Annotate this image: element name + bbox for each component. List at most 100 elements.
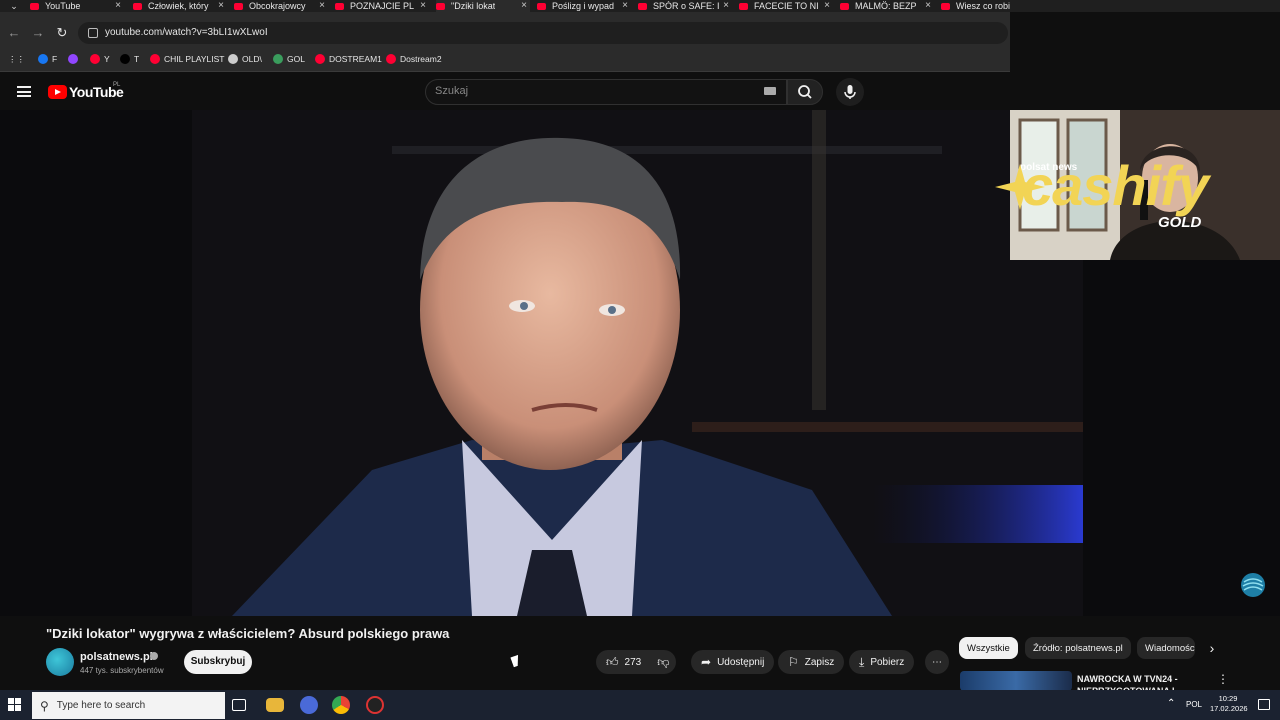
tab-title: POZNAJCIE PL: [350, 1, 415, 11]
tab-search-dropdown-icon[interactable]: ⌄: [6, 1, 22, 11]
close-tab-icon[interactable]: ×: [215, 0, 227, 12]
bookmark-item[interactable]: Y: [90, 53, 110, 65]
search-input[interactable]: [435, 82, 735, 100]
input-language[interactable]: POL: [1186, 700, 1202, 709]
bookmark-item[interactable]: F: [38, 53, 57, 65]
url-text[interactable]: youtube.com/watch?v=3bLI1wXLwoI: [105, 27, 268, 39]
bookmark-favicon-icon: [386, 54, 396, 64]
video-frame[interactable]: [192, 110, 1083, 616]
close-tab-icon[interactable]: ×: [922, 0, 934, 12]
recommendation-title[interactable]: NAWROCKA W TVN24 - NIEPRZYGOTOWANA I: [1077, 673, 1197, 690]
youtube-favicon-icon: [234, 2, 243, 10]
browser-tab[interactable]: SPÓR o SAFE: I ×: [638, 0, 732, 12]
chrome-icon[interactable]: [332, 696, 350, 714]
bookmark-label: Y: [104, 54, 110, 64]
browser-tab[interactable]: MALMÖ: BEZP ×: [840, 0, 934, 12]
bookmark-item[interactable]: CHIL PLAYLIST: [150, 53, 224, 65]
youtube-favicon-icon: [133, 2, 142, 10]
chip-source[interactable]: Źródło: polsatnews.pl: [1025, 637, 1131, 659]
tray-chevron-up-icon[interactable]: ⌃: [1167, 698, 1175, 709]
bookmark-label: DOSTREAM1: [329, 54, 382, 64]
taskbar-search[interactable]: ⚲ Type here to search: [32, 692, 225, 719]
bookmark-label: F: [52, 54, 58, 64]
more-actions-button[interactable]: ⋯: [925, 650, 949, 674]
bookmark-item[interactable]: GOL: [273, 53, 305, 65]
menu-icon[interactable]: [17, 86, 31, 97]
apps-icon[interactable]: ⋮⋮: [8, 53, 25, 65]
close-tab-icon[interactable]: ×: [417, 0, 429, 12]
like-dislike-group: 👍︎ 273 👎︎: [596, 650, 676, 674]
bookmark-label: GOL: [287, 54, 305, 64]
subscriber-count: 447 tys. subskrybentów: [80, 666, 164, 675]
region-code: PL: [113, 82, 121, 88]
tab-title: "Dziki lokat: [451, 1, 496, 11]
channel-name[interactable]: polsatnews.pl: [80, 651, 153, 663]
forward-icon[interactable]: →: [30, 25, 46, 41]
bookmark-favicon-icon: [273, 54, 283, 64]
close-tab-icon[interactable]: ×: [316, 0, 328, 12]
bookmark-favicon-icon: [150, 54, 160, 64]
download-button[interactable]: ⤓ Pobierz: [849, 650, 915, 674]
windows-start-icon[interactable]: [8, 698, 22, 712]
site-info-icon[interactable]: [88, 28, 98, 38]
reload-icon[interactable]: ↻: [54, 25, 70, 41]
bookmark-favicon-icon: [120, 54, 130, 64]
channel-watermark-icon[interactable]: [1240, 572, 1266, 598]
share-button[interactable]: ➦ Udostępnij: [691, 650, 775, 674]
obs-icon[interactable]: [366, 696, 384, 714]
bookmark-item[interactable]: [68, 53, 82, 65]
discord-icon[interactable]: [300, 696, 318, 714]
browser-tab[interactable]: Wiesz co robi: [941, 0, 1010, 12]
bookmarks-bar: ⋮⋮ F Y T CHIL PLAYLIST OLD\ GOL DOSTREAM1 Dostr…: [0, 46, 1010, 72]
browser-tab[interactable]: POZNAJCIE PL ×: [335, 0, 429, 12]
youtube-favicon-icon: [335, 2, 344, 10]
keyboard-icon[interactable]: [764, 87, 776, 95]
youtube-favicon-icon: [30, 2, 39, 10]
bookmark-item[interactable]: T: [120, 53, 139, 65]
youtube-favicon-icon: [638, 2, 647, 10]
file-explorer-icon[interactable]: [266, 698, 284, 712]
close-tab-icon[interactable]: ×: [112, 0, 124, 12]
browser-tab[interactable]: Człowiek, który ×: [133, 0, 227, 12]
video-title: "Dziki lokator" wygrywa z właścicielem? …: [46, 626, 450, 641]
subscribe-button[interactable]: Subskrybuj: [184, 650, 252, 674]
back-icon[interactable]: ←: [6, 25, 22, 41]
like-count[interactable]: 273: [625, 657, 642, 668]
tab-title: FACECIE TO NI: [754, 1, 819, 11]
like-icon[interactable]: 👍︎: [606, 655, 619, 670]
youtube-favicon-icon: [840, 2, 849, 10]
close-tab-icon[interactable]: ×: [518, 0, 530, 12]
browser-tab[interactable]: "Dziki lokat ×: [436, 0, 530, 12]
task-view-icon[interactable]: [232, 699, 246, 711]
notification-icon[interactable]: [1258, 699, 1270, 710]
browser-tab[interactable]: FACECIE TO NI ×: [739, 0, 833, 12]
chip-news[interactable]: Wiadomości: [1137, 637, 1195, 659]
tray-time: 10:29: [1218, 694, 1238, 703]
browser-tab[interactable]: YouTube ×: [30, 0, 124, 12]
tab-title: Poślizg i wypad: [552, 1, 615, 11]
browser-tab[interactable]: Poślizg i wypad ×: [537, 0, 631, 12]
verified-icon: [150, 652, 158, 660]
tab-title: Obcokrajowcy: [249, 1, 306, 11]
save-button[interactable]: ⚐ Zapisz: [778, 650, 845, 674]
tray-clock[interactable]: 10:29 17.02.2026: [1210, 694, 1248, 714]
voice-search-button[interactable]: [836, 78, 864, 106]
bookmark-item[interactable]: DOSTREAM1: [315, 53, 382, 65]
close-tab-icon[interactable]: ×: [821, 0, 833, 12]
channel-avatar[interactable]: [46, 648, 74, 676]
chip-all[interactable]: Wszystkie: [959, 637, 1018, 659]
close-tab-icon[interactable]: ×: [720, 0, 732, 12]
chevron-right-icon[interactable]: ›: [1204, 640, 1220, 656]
search-icon: [798, 85, 812, 99]
more-vertical-icon[interactable]: ⋮: [1217, 672, 1229, 686]
bookmark-item[interactable]: OLD\: [228, 53, 262, 65]
bookmark-item[interactable]: Dostream2: [386, 53, 442, 65]
tab-title: MALMÖ: BEZP: [855, 1, 917, 11]
recommendation-thumbnail[interactable]: [960, 671, 1072, 691]
close-tab-icon[interactable]: ×: [619, 0, 631, 12]
search-icon: ⚲: [40, 698, 49, 713]
search-button[interactable]: [787, 79, 823, 105]
browser-tab[interactable]: Obcokrajowcy ×: [234, 0, 328, 12]
bookmark-icon: ⚐: [788, 655, 799, 669]
dislike-icon[interactable]: 👎︎: [657, 655, 669, 670]
